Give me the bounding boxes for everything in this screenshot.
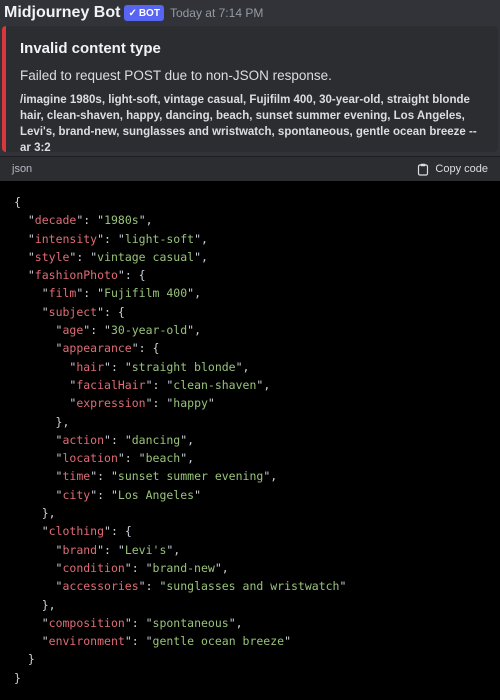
- code-line: {: [14, 193, 500, 211]
- json-brace: },: [41, 506, 56, 521]
- json-key: fashionPhoto: [34, 268, 118, 283]
- json-key: clothing: [48, 524, 105, 539]
- checkmark-icon: ✓: [128, 7, 137, 19]
- json-brace: },: [55, 414, 70, 429]
- copy-code-button[interactable]: Copy code: [417, 163, 488, 176]
- json-brace: {: [152, 341, 160, 356]
- embed-title: Invalid content type: [20, 40, 161, 57]
- json-value: brand-new: [152, 560, 215, 575]
- code-line: "age": "30-year-old",: [55, 323, 202, 338]
- json-code: { "decade": "1980s", "intensity": "light…: [0, 181, 500, 687]
- code-line: "action": "dancing",: [55, 432, 195, 447]
- code-line: "subject": {: [41, 304, 125, 319]
- code-line: "brand": "Levi's",: [55, 542, 181, 557]
- json-value: dancing: [131, 432, 181, 447]
- code-line: "time": "sunset summer evening",: [55, 469, 278, 484]
- json-value: Los Angeles: [117, 487, 195, 502]
- json-value: Fujifilm 400: [104, 286, 188, 301]
- json-key: accessories: [62, 579, 139, 594]
- code-line: "expression": "happy": [69, 396, 215, 411]
- embed-prompt: /imagine 1980s, light-soft, vintage casu…: [20, 94, 477, 154]
- bot-badge-label: BOT: [138, 7, 160, 19]
- code-header: json Copy code: [0, 157, 500, 181]
- json-value: straight blonde: [131, 359, 236, 374]
- copy-code-label: Copy code: [435, 163, 488, 175]
- json-key: hair: [76, 359, 105, 374]
- json-brace: }: [27, 652, 35, 667]
- bot-badge: ✓ BOT: [124, 5, 164, 21]
- json-key: style: [34, 249, 70, 264]
- code-line: }: [14, 650, 500, 668]
- json-value: sunglasses and wristwatch: [166, 579, 340, 594]
- json-key: action: [62, 432, 105, 447]
- json-key: composition: [48, 615, 125, 630]
- json-brace: {: [117, 304, 125, 319]
- code-line: }: [14, 669, 500, 687]
- code-line: "decade": "1980s",: [27, 213, 153, 228]
- json-value: spontaneous: [152, 615, 229, 630]
- json-value: 30-year-old: [110, 323, 188, 338]
- code-line: "clothing": {: [41, 524, 132, 539]
- json-key: condition: [62, 560, 125, 575]
- json-key: time: [62, 469, 91, 484]
- code-line: "appearance": {: [55, 341, 160, 356]
- code-language: json: [12, 163, 33, 175]
- code-line: "fashionPhoto": {: [27, 268, 146, 283]
- code-line: "facialHair": "clean-shaven",: [69, 377, 271, 392]
- json-value: sunset summer evening: [117, 469, 264, 484]
- code-block: json Copy code { "decade": "1980s", "int…: [0, 156, 500, 700]
- json-key: expression: [76, 396, 146, 411]
- json-key: location: [62, 451, 118, 466]
- code-line: "condition": "brand-new",: [55, 560, 229, 575]
- json-brace: {: [14, 195, 21, 209]
- json-key: film: [48, 286, 77, 301]
- json-value: 1980s: [104, 213, 139, 228]
- message-header: Midjourney Bot ✓ BOT Today at 7:14 PM: [0, 0, 500, 26]
- json-brace: {: [124, 524, 132, 539]
- json-key: age: [62, 323, 84, 338]
- code-line: "style": "vintage casual",: [27, 249, 208, 264]
- json-value: Levi's: [124, 542, 167, 557]
- json-value: gentle ocean breeze: [152, 634, 285, 649]
- code-line: "accessories": "sunglasses and wristwatc…: [55, 579, 347, 594]
- code-line: "film": "Fujifilm 400",: [41, 286, 202, 301]
- json-key: decade: [34, 213, 77, 228]
- code-line: "intensity": "light-soft",: [27, 231, 208, 246]
- json-key: city: [62, 487, 91, 502]
- json-value: clean-shaven: [173, 377, 257, 392]
- json-value: beach: [145, 451, 181, 466]
- code-line: "hair": "straight blonde",: [69, 359, 250, 374]
- json-key: appearance: [62, 341, 132, 356]
- json-value: vintage casual: [97, 249, 195, 264]
- json-key: intensity: [34, 231, 98, 246]
- code-line: "location": "beach",: [55, 451, 195, 466]
- json-key: subject: [48, 304, 98, 319]
- json-value: light-soft: [124, 231, 195, 246]
- code-line: },: [14, 413, 500, 431]
- code-line: },: [14, 504, 500, 522]
- json-key: facialHair: [76, 377, 146, 392]
- error-embed: Invalid content type Failed to request P…: [2, 26, 498, 154]
- code-line: "composition": "spontaneous",: [41, 615, 243, 630]
- code-line: "environment": "gentle ocean breeze": [41, 634, 292, 649]
- json-value: happy: [173, 396, 208, 411]
- username[interactable]: Midjourney Bot: [4, 4, 120, 22]
- json-key: brand: [62, 542, 98, 557]
- json-brace: {: [138, 268, 146, 283]
- code-line: "city": "Los Angeles": [55, 487, 202, 502]
- timestamp: Today at 7:14 PM: [169, 6, 264, 20]
- embed-description: Failed to request POST due to non-JSON r…: [20, 68, 332, 83]
- json-brace: },: [41, 597, 56, 612]
- code-line: },: [14, 596, 500, 614]
- clipboard-icon: [418, 163, 429, 176]
- json-brace: }: [14, 670, 21, 685]
- json-key: environment: [48, 634, 125, 649]
